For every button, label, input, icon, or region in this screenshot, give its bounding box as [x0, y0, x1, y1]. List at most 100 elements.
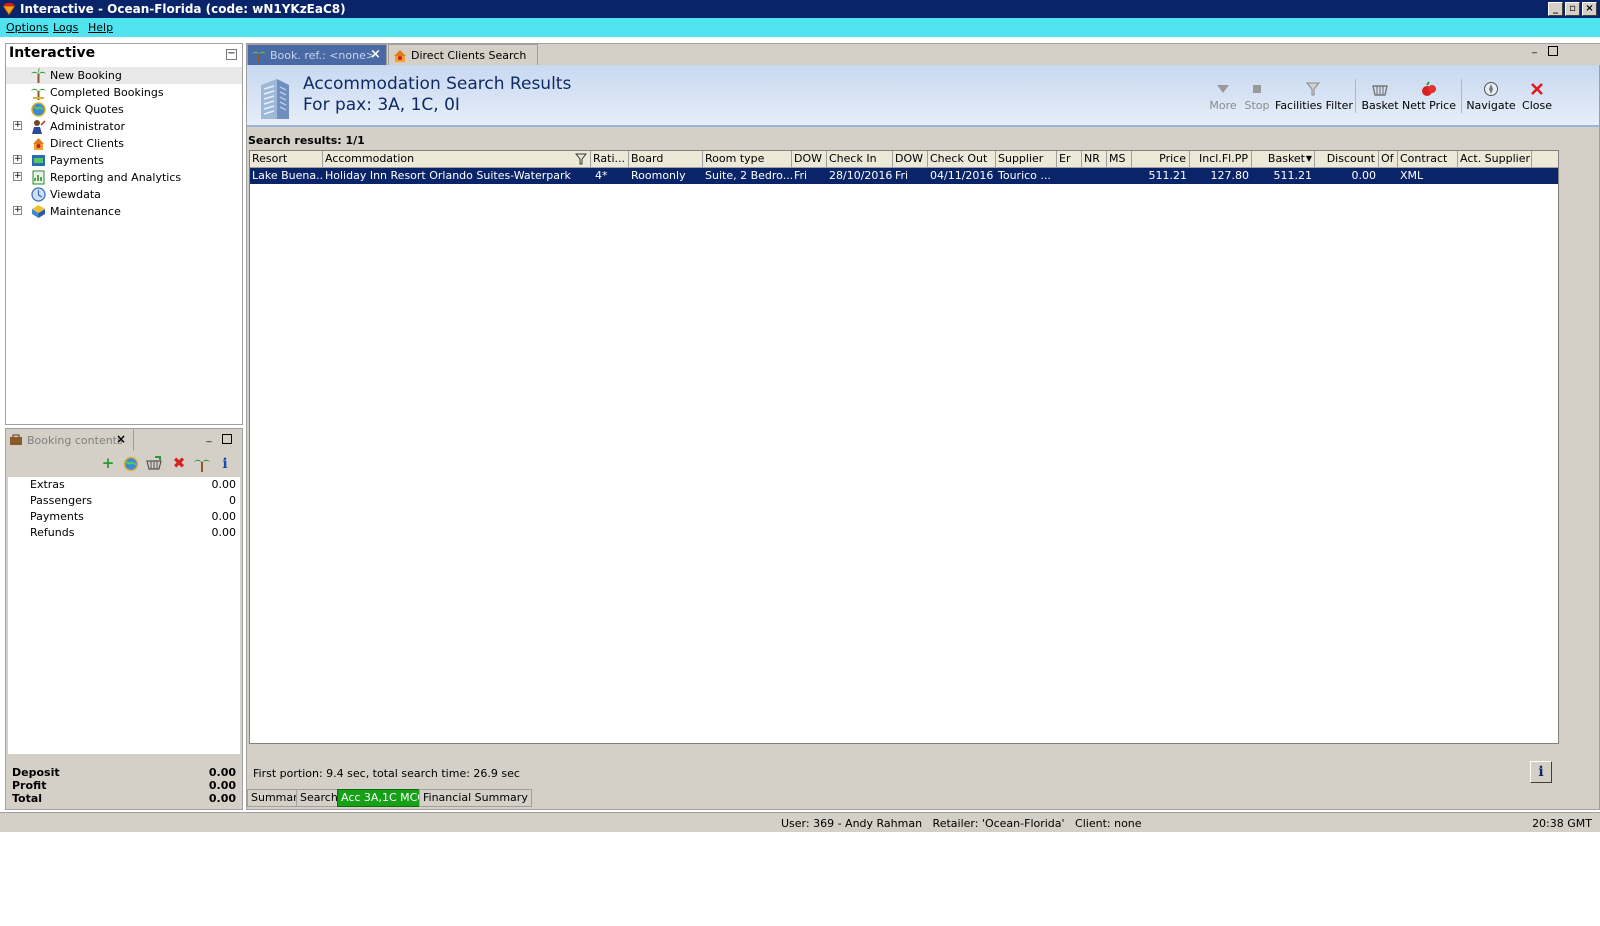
tab-financial-summary[interactable]: Financial Summary — [419, 789, 532, 807]
column-header-room-type[interactable]: Room type — [703, 151, 792, 168]
column-header-ms[interactable]: MS — [1107, 151, 1132, 168]
cell-dow-in: Fri — [794, 169, 808, 182]
column-header-basket[interactable]: Basket ▼ — [1252, 151, 1315, 168]
menu-options[interactable]: Options — [6, 21, 48, 34]
column-header-of[interactable]: Of — [1379, 151, 1398, 168]
palm-tree-icon[interactable] — [193, 455, 211, 473]
collapse-panel-button[interactable]: − — [226, 49, 237, 60]
window-close-button[interactable]: × — [1582, 2, 1597, 16]
expand-icon[interactable]: + — [13, 206, 22, 215]
row-label: Refunds — [30, 526, 75, 539]
total-value: 0.00 — [208, 766, 236, 779]
nett-price-icon — [1422, 81, 1436, 96]
menu-logs[interactable]: Logs — [53, 21, 78, 34]
cell-check-in: 28/10/2016 — [829, 169, 893, 182]
column-header-act-supplier[interactable]: Act. Supplier — [1458, 151, 1532, 168]
filter-icon[interactable] — [575, 153, 587, 165]
cell-ms — [1107, 168, 1132, 184]
results-table: Resort Accommodation Rati... Board Room … — [249, 150, 1559, 744]
info-button[interactable]: i — [1530, 761, 1552, 783]
delete-icon[interactable]: ✖ — [170, 455, 188, 473]
cell-nr — [1082, 168, 1107, 184]
tab-booking-ref[interactable]: Book. ref.: <none> × — [247, 44, 387, 65]
table-header: Resort Accommodation Rati... Board Room … — [250, 151, 1558, 168]
expand-icon[interactable]: + — [13, 155, 22, 164]
nav-item-new-booking[interactable]: New Booking — [6, 67, 242, 84]
column-header-check-out[interactable]: Check Out — [928, 151, 996, 168]
expand-icon[interactable]: + — [13, 121, 22, 130]
navigate-button[interactable]: Navigate — [1466, 81, 1516, 121]
main-tab-bar: Book. ref.: <none> × Direct Clients Sear… — [247, 44, 1600, 65]
column-header-board[interactable]: Board — [629, 151, 703, 168]
tab-direct-clients-search[interactable]: Direct Clients Search — [388, 44, 538, 65]
basket-icon[interactable] — [145, 455, 163, 473]
stop-button[interactable]: Stop — [1239, 81, 1275, 121]
maximize-panel-button[interactable] — [222, 434, 232, 444]
nav-item-reporting[interactable]: + Reporting and Analytics — [6, 169, 242, 186]
nav-item-administrator[interactable]: + Administrator — [6, 118, 242, 135]
cell-check-out: 04/11/2016 — [930, 169, 994, 182]
list-item[interactable]: Passengers 0 — [8, 493, 240, 509]
row-value: 0.00 — [211, 478, 237, 491]
column-header-check-in[interactable]: Check In — [827, 151, 893, 168]
cell-resort: Lake Buena... — [252, 169, 323, 182]
list-item[interactable]: Payments 0.00 — [8, 509, 240, 525]
tab-search[interactable]: Search — [296, 789, 342, 807]
button-label: Nett Price — [1402, 99, 1456, 112]
viewdata-icon — [31, 187, 46, 202]
booking-contents-list: Extras 0.00 Passengers 0 Payments 0.00 R… — [8, 477, 240, 754]
maximize-panel-button[interactable] — [1548, 46, 1558, 56]
row-label: Passengers — [30, 494, 93, 507]
minimize-panel-button[interactable]: _ — [203, 433, 215, 444]
column-header-price[interactable]: Price — [1132, 151, 1190, 168]
menu-help[interactable]: Help — [88, 21, 113, 34]
nav-item-maintenance[interactable]: + Maintenance — [6, 203, 242, 220]
close-button[interactable]: Close — [1519, 81, 1555, 121]
column-header-dow-out[interactable]: DOW — [893, 151, 928, 168]
column-header-er[interactable]: Er — [1057, 151, 1082, 168]
nav-item-viewdata[interactable]: Viewdata — [6, 186, 242, 203]
basket-button[interactable]: Basket — [1360, 81, 1400, 121]
nav-item-label: Administrator — [50, 120, 125, 133]
button-label: More — [1209, 99, 1237, 112]
list-item[interactable]: Refunds 0.00 — [8, 525, 240, 541]
clock: 20:38 GMT — [1532, 817, 1592, 830]
close-tab-icon[interactable]: × — [370, 48, 381, 61]
column-header-discount[interactable]: Discount — [1315, 151, 1379, 168]
nett-price-button[interactable]: Nett Price — [1402, 81, 1456, 121]
booking-contents-tab[interactable]: Booking contents × — [6, 429, 134, 451]
search-results-count: Search results: 1/1 — [248, 134, 365, 147]
nav-item-payments[interactable]: + Payments — [6, 152, 242, 169]
booking-totals: Deposit 0.00 Profit 0.00 Total 0.00 — [8, 754, 240, 809]
nav-item-quick-quotes[interactable]: Quick Quotes — [6, 101, 242, 118]
column-header-supplier[interactable]: Supplier — [996, 151, 1057, 168]
tab-acc-3a-1c-mco[interactable]: Acc 3A,1C MCO — [337, 789, 430, 807]
nav-item-completed-bookings[interactable]: Completed Bookings — [6, 84, 242, 101]
column-header-contract[interactable]: Contract — [1398, 151, 1458, 168]
facilities-filter-button[interactable]: Facilities Filter — [1275, 81, 1353, 121]
expand-icon[interactable]: + — [13, 172, 22, 181]
app-icon — [2, 3, 16, 16]
list-item[interactable]: Extras 0.00 — [8, 477, 240, 493]
add-icon[interactable]: + — [99, 455, 117, 473]
more-button[interactable]: More — [1205, 81, 1241, 121]
nav-item-label: Viewdata — [50, 188, 101, 201]
toolbar-separator — [1355, 79, 1356, 113]
column-header-dow-in[interactable]: DOW — [792, 151, 827, 168]
cell-basket: 511.21 — [1273, 169, 1313, 182]
restore-button[interactable]: ▫ — [1565, 2, 1580, 16]
globe-icon[interactable] — [122, 455, 140, 473]
column-header-rating[interactable]: Rati... — [591, 151, 629, 168]
column-header-accommodation[interactable]: Accommodation — [323, 151, 591, 168]
nav-item-direct-clients[interactable]: Direct Clients — [6, 135, 242, 152]
admin-user-icon — [32, 120, 46, 134]
title-bar: Interactive - Ocean-Florida (code: wN1YK… — [0, 0, 1600, 18]
column-header-resort[interactable]: Resort — [250, 151, 323, 168]
close-tab-icon[interactable]: × — [116, 433, 128, 445]
column-header-incl-fl-pp[interactable]: Incl.Fl.PP — [1190, 151, 1252, 168]
minimize-button[interactable]: _ — [1548, 2, 1563, 16]
column-header-nr[interactable]: NR — [1082, 151, 1107, 168]
info-icon[interactable]: i — [216, 455, 234, 473]
table-row[interactable]: Lake Buena... Holiday Inn Resort Orlando… — [250, 168, 1558, 184]
minimize-panel-button[interactable]: _ — [1529, 44, 1540, 55]
